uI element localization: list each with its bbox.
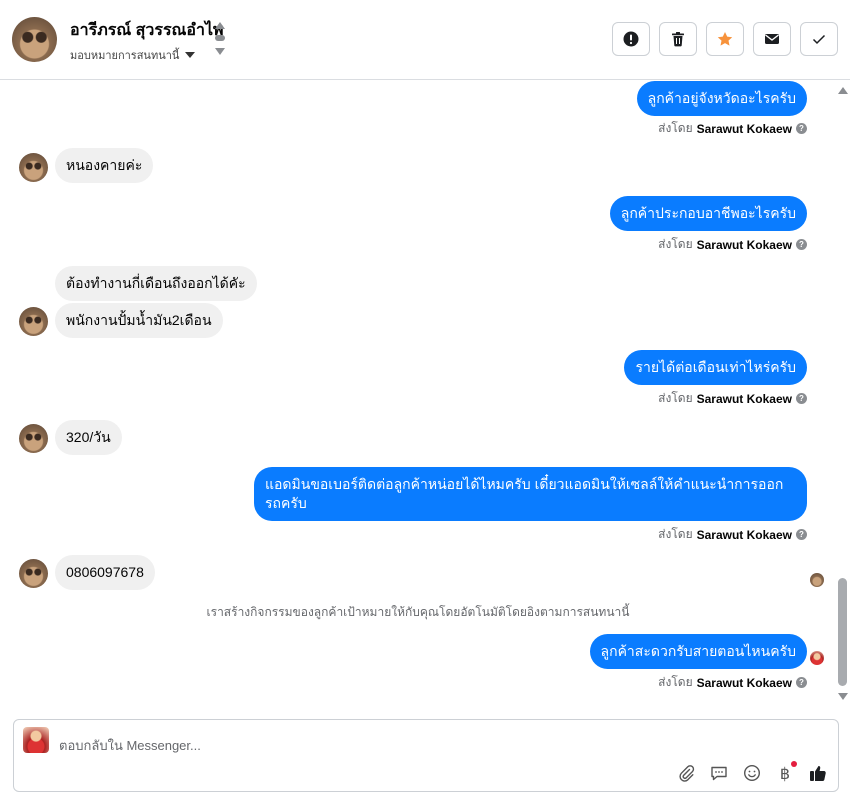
contact-avatar-small	[19, 153, 48, 182]
system-note: เราสร้างกิจกรรมของลูกค้าเป้าหมายให้กับคุ…	[206, 605, 630, 619]
help-icon[interactable]: ?	[796, 529, 807, 540]
incoming-message[interactable]: 320/วัน	[55, 420, 122, 455]
like-button[interactable]	[808, 763, 828, 783]
envelope-icon	[765, 34, 779, 44]
saved-replies-button[interactable]	[709, 763, 729, 783]
contact-avatar-small	[19, 424, 48, 453]
drag-handle-icon	[215, 35, 225, 41]
message-thread[interactable]: ลูกค้าอยู่จังหวัดอะไรครับ ส่งโดย Sarawut …	[0, 81, 836, 709]
sent-by-label: ส่งโดย Sarawut Kokaew?	[658, 525, 807, 544]
assign-label: มอบหมายการสนทนานี้	[70, 50, 180, 62]
incoming-message[interactable]: หนองคายค่ะ	[55, 148, 154, 183]
sent-by-label: ส่งโดย Sarawut Kokaew?	[658, 673, 807, 692]
assign-conversation-dropdown[interactable]: มอบหมายการสนทนานี้	[70, 46, 196, 64]
check-icon	[812, 34, 826, 45]
incoming-message[interactable]: 0806097678	[55, 555, 155, 590]
delete-button[interactable]	[659, 22, 697, 56]
outgoing-message[interactable]: ลูกค้าสะดวกรับสายตอนไหนครับ	[589, 634, 807, 669]
emoji-icon	[743, 764, 761, 782]
seen-indicator-avatar	[810, 573, 824, 587]
sent-by-label: ส่งโดย Sarawut Kokaew?	[658, 119, 807, 138]
paperclip-icon	[679, 765, 695, 782]
outgoing-message[interactable]: ลูกค้าอยู่จังหวัดอะไรครับ	[636, 81, 807, 116]
star-icon	[717, 32, 733, 46]
conversation-header: อารีภรณ์ สุวรรณอำไพ มอบหมายการสนทนานี้	[0, 0, 850, 80]
scrollbar-thumb[interactable]	[838, 578, 847, 686]
help-icon[interactable]: ?	[796, 677, 807, 688]
reply-composer[interactable]: ตอบกลับใน Messenger... ฿	[13, 719, 839, 792]
mark-done-button[interactable]	[800, 22, 838, 56]
contact-avatar-small	[19, 559, 48, 588]
previous-conversation-icon[interactable]	[215, 22, 225, 29]
composer-tools: ฿	[676, 761, 828, 783]
contact-avatar-small	[19, 307, 48, 336]
baht-icon: ฿	[779, 763, 791, 783]
emoji-button[interactable]	[742, 763, 762, 783]
star-button[interactable]	[706, 22, 744, 56]
seen-indicator-avatar	[810, 651, 824, 665]
thumbs-up-icon	[810, 766, 826, 781]
thread-scrollbar[interactable]	[836, 81, 850, 709]
mark-spam-button[interactable]	[612, 22, 650, 56]
payment-button[interactable]: ฿	[775, 761, 797, 783]
scroll-up-icon[interactable]	[838, 87, 848, 94]
incoming-message[interactable]: พนักงานปั้มน้ำมัน2เดือน	[55, 303, 223, 338]
outgoing-message[interactable]: ลูกค้าประกอบอาชีพอะไรครับ	[609, 196, 807, 231]
contact-avatar[interactable]	[12, 17, 57, 62]
help-icon[interactable]: ?	[796, 239, 807, 250]
caret-down-icon	[185, 52, 196, 58]
header-actions	[612, 22, 838, 56]
saved-reply-icon	[711, 766, 727, 781]
outgoing-message[interactable]: แอดมินขอเบอร์ติดต่อลูกค้าหน่อยได้ไหมครับ…	[254, 467, 807, 521]
page-avatar	[23, 727, 49, 753]
attach-button[interactable]	[676, 763, 696, 783]
conversation-navigation	[214, 20, 226, 60]
scroll-down-icon[interactable]	[838, 693, 848, 700]
mark-unread-button[interactable]	[753, 22, 791, 56]
trash-icon	[672, 32, 684, 47]
exclamation-icon	[623, 31, 639, 47]
reply-input[interactable]: ตอบกลับใน Messenger...	[59, 735, 201, 756]
help-icon[interactable]: ?	[796, 123, 807, 134]
sent-by-label: ส่งโดย Sarawut Kokaew?	[658, 235, 807, 254]
next-conversation-icon[interactable]	[215, 48, 225, 55]
outgoing-message[interactable]: รายได้ต่อเดือนเท่าไหร่ครับ	[624, 350, 807, 385]
sent-by-label: ส่งโดย Sarawut Kokaew?	[658, 389, 807, 408]
contact-name[interactable]: อารีภรณ์ สุวรรณอำไพ	[70, 18, 224, 43]
notification-dot	[791, 761, 797, 767]
help-icon[interactable]: ?	[796, 393, 807, 404]
incoming-message[interactable]: ต้องทำงานกี่เดือนถึงออกได้คัะ	[55, 266, 257, 301]
